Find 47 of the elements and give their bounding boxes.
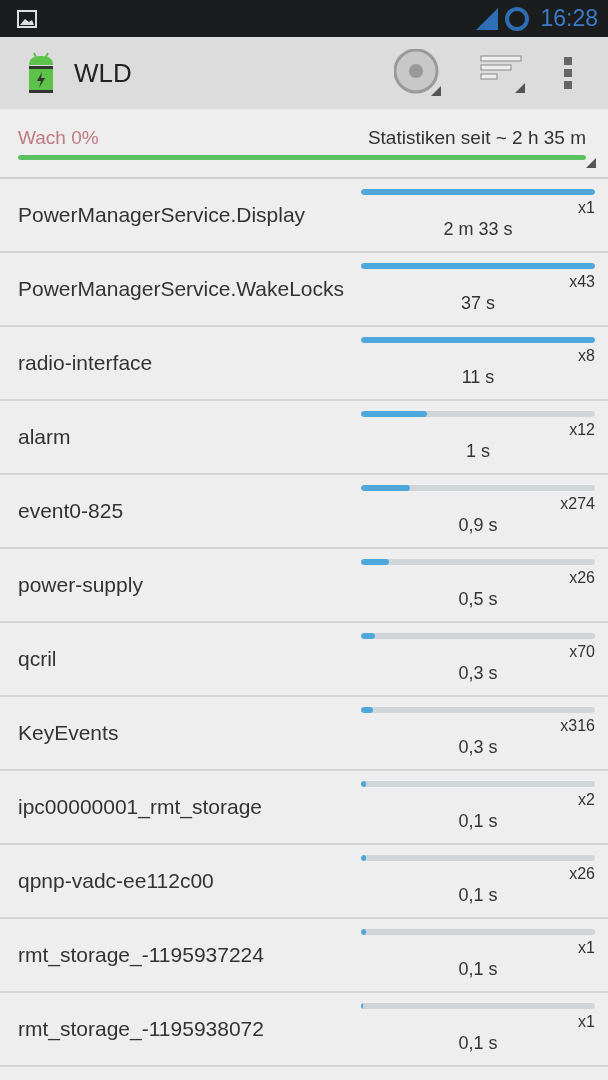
wakelock-duration: 0,1 s [458, 885, 498, 905]
sort-icon[interactable] [480, 53, 526, 93]
wakelock-name: alarm [18, 424, 72, 450]
wakelock-count: x43 [569, 273, 595, 290]
wakelock-duration: 0,5 s [458, 589, 498, 609]
corner-triangle-icon [586, 158, 596, 168]
wakelock-duration: 11 s [461, 367, 495, 387]
wakelock-name: rmt_storage_-1195938072 [18, 1016, 265, 1043]
wakelock-name: power-supply [18, 572, 144, 598]
wakelock-count: x316 [560, 717, 595, 734]
wakelock-count: x12 [569, 421, 595, 438]
wakelock-count: x26 [569, 569, 595, 586]
wakelock-duration: 0,3 s [458, 663, 498, 683]
wakelock-count: x8 [578, 347, 595, 364]
awake-percent: Wach 0% [18, 127, 99, 149]
wakelock-duration: 0,1 s [458, 1033, 498, 1053]
wakelock-duration: 0,1 s [458, 811, 498, 831]
signal-icon [476, 7, 499, 30]
wakelock-name: PowerManagerService.Display [18, 202, 307, 228]
wakelock-name: KeyEvents [18, 720, 120, 746]
wakelock-duration: 1 s [466, 441, 490, 461]
wakelock-name: radio-interface [18, 350, 154, 376]
wakelock-name: event0-825 [18, 498, 125, 524]
battery-robot-icon [28, 52, 54, 94]
wakelock-count: x70 [569, 643, 595, 660]
wakelock-count: x1 [578, 199, 595, 216]
wakelock-duration: 2 m 33 s [443, 219, 513, 239]
wakelock-name: qpnp-vadc-ee112c00 [18, 868, 215, 894]
wakelock-name: PowerManagerService.WakeLocks [18, 276, 346, 302]
wakelock-duration: 0,1 s [458, 959, 498, 979]
wakelock-name: ipc00000001_rmt_storage [18, 794, 263, 821]
wakelock-count: x26 [569, 865, 595, 882]
wakelock-count: x274 [560, 495, 595, 512]
circle-icon [504, 5, 531, 32]
image-icon [17, 9, 37, 28]
wakelock-count: x2 [578, 791, 595, 808]
app-title: WLD [74, 57, 132, 89]
wakelock-duration: 0,9 s [458, 515, 498, 535]
stats-since: Statistiken seit ~ 2 h 35 m [367, 127, 586, 149]
wakelock-name: qcril [18, 646, 58, 672]
overflow-menu-icon[interactable] [564, 57, 572, 89]
wakelock-duration: 0,3 s [458, 737, 498, 757]
wakelock-count: x1 [578, 939, 595, 956]
wakelock-duration: 37 s [461, 293, 495, 313]
clock-time: 16:28 [540, 5, 598, 32]
wakelock-name: rmt_storage_-1195937224 [18, 942, 265, 969]
wakelock-count: x1 [578, 1013, 595, 1030]
